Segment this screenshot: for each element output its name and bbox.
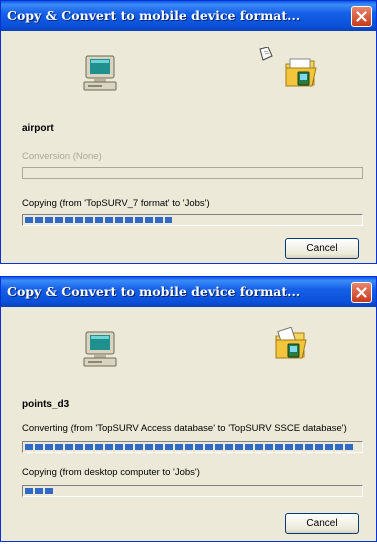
progress-segment (145, 444, 153, 450)
progress-segment (215, 444, 223, 450)
item-name: points_d3 (22, 399, 70, 410)
desktop-computer-icon (83, 331, 117, 367)
progress-segment (85, 217, 93, 223)
close-button[interactable] (351, 6, 372, 27)
converting-progress-fill (25, 444, 360, 450)
progress-segment (205, 444, 213, 450)
progress-segment (115, 217, 123, 223)
progress-segment (185, 444, 193, 450)
progress-segment (285, 444, 293, 450)
progress-segment (155, 217, 163, 223)
progress-segment (25, 444, 33, 450)
progress-segment (115, 444, 123, 450)
progress-segment (55, 217, 63, 223)
cancel-button[interactable]: Cancel (285, 238, 359, 259)
progress-segment (295, 444, 303, 450)
copy-convert-dialog-1: Copy & Convert to mobile device format..… (0, 0, 377, 264)
copying-progress-fill (25, 217, 360, 223)
progress-segment (175, 444, 183, 450)
progress-segment (345, 444, 353, 450)
progress-segment (265, 444, 273, 450)
progress-segment (225, 444, 233, 450)
progress-segment (135, 217, 143, 223)
progress-segment (95, 444, 103, 450)
progress-segment (105, 217, 113, 223)
progress-segment (315, 444, 323, 450)
progress-segment (75, 444, 83, 450)
progress-segment (65, 217, 73, 223)
copying-progress-bar (22, 214, 363, 226)
copy-convert-dialog-2: Copy & Convert to mobile device format..… (0, 276, 377, 542)
progress-segment (245, 444, 253, 450)
progress-segment (275, 444, 283, 450)
progress-segment (45, 444, 53, 450)
progress-segment (135, 444, 143, 450)
copying-progress-bar (22, 485, 363, 497)
conversion-label: Conversion (None) (22, 151, 102, 162)
pocket-pc-folder-icon (275, 327, 307, 359)
copying-label: Copying (from desktop computer to 'Jobs'… (22, 467, 200, 478)
progress-segment (35, 217, 43, 223)
progress-segment (325, 444, 333, 450)
progress-segment (145, 217, 153, 223)
progress-segment (195, 444, 203, 450)
progress-segment (155, 444, 163, 450)
dialog-title: Copy & Convert to mobile device format..… (7, 8, 301, 23)
conversion-progress-bar (22, 167, 363, 179)
progress-segment (35, 444, 43, 450)
dialog-title: Copy & Convert to mobile device format..… (7, 284, 301, 299)
item-name: airport (22, 123, 54, 134)
close-button[interactable] (351, 282, 372, 303)
progress-segment (125, 444, 133, 450)
progress-segment (55, 444, 63, 450)
progress-segment (165, 444, 173, 450)
close-icon (356, 11, 367, 22)
progress-segment (95, 217, 103, 223)
cancel-button[interactable]: Cancel (285, 513, 359, 534)
progress-segment (335, 444, 343, 450)
close-icon (356, 287, 367, 298)
document-icon (259, 47, 273, 61)
copying-label: Copying (from 'TopSURV_7 format' to 'Job… (22, 198, 210, 209)
converting-progress-bar (22, 441, 363, 453)
title-bar[interactable]: Copy & Convert to mobile device format..… (1, 277, 376, 307)
title-bar[interactable]: Copy & Convert to mobile device format..… (1, 1, 376, 31)
copying-progress-fill (25, 488, 360, 494)
progress-segment (25, 217, 33, 223)
progress-segment (45, 217, 53, 223)
progress-segment (45, 488, 53, 494)
progress-segment (25, 488, 33, 494)
progress-segment (125, 217, 133, 223)
converting-label: Converting (from 'TopSURV Access databas… (22, 423, 347, 434)
progress-segment (35, 488, 43, 494)
progress-segment (255, 444, 263, 450)
desktop-computer-icon (83, 55, 117, 91)
progress-segment (235, 444, 243, 450)
progress-segment (85, 444, 93, 450)
pocket-pc-folder-icon (285, 58, 317, 87)
progress-segment (105, 444, 113, 450)
conversion-progress-fill (25, 170, 360, 176)
progress-segment (65, 444, 73, 450)
progress-segment (305, 444, 313, 450)
progress-segment (165, 217, 172, 223)
progress-segment (75, 217, 83, 223)
